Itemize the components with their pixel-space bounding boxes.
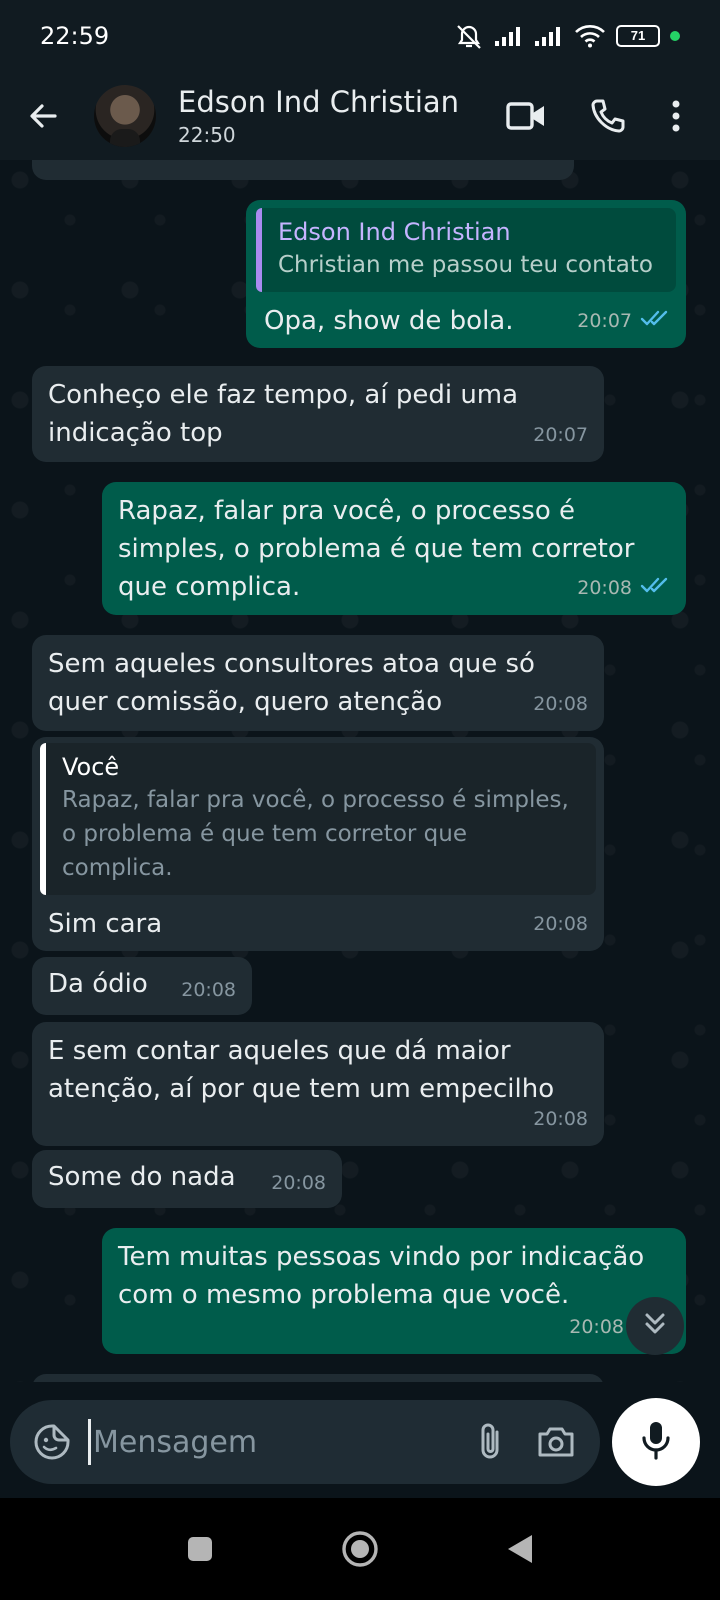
message-bubble-partial (32, 160, 574, 180)
message-time: 20:08 (533, 913, 588, 935)
message-meta: 20:08 (533, 905, 588, 943)
mic-icon (641, 1420, 671, 1464)
voice-record-button[interactable] (612, 1398, 700, 1486)
message-meta: 20:07 (533, 416, 588, 454)
quoted-message[interactable]: Você Rapaz, falar pra você, o processo é… (40, 743, 596, 895)
message-meta: 20:08 (533, 1100, 588, 1138)
composer-bar: Mensagem (0, 1382, 720, 1498)
message-time: 20:08 (533, 693, 588, 715)
status-bar: 22:59 71 (0, 0, 720, 72)
system-navigation-bar (0, 1498, 720, 1600)
message-meta: 20:08 (569, 1308, 624, 1346)
read-ticks-icon (640, 569, 670, 607)
message-text: Sim cara (48, 909, 163, 939)
message-bubble-outgoing[interactable]: Tem muitas pessoas vindo por indicação c… (102, 1228, 686, 1354)
message-text: Sem aqueles consultores atoa que só quer… (48, 649, 535, 717)
privacy-indicator-dot (670, 31, 680, 41)
mute-icon (454, 22, 484, 50)
contact-name: Edson Ind Christian (178, 85, 460, 119)
message-time: 20:07 (577, 310, 632, 332)
wifi-icon (574, 24, 606, 48)
read-ticks-icon (640, 302, 670, 340)
contact-info[interactable]: Edson Ind Christian 22:50 (178, 85, 468, 147)
message-list[interactable]: Edson Ind Christian Christian me passou … (0, 160, 720, 1382)
text-cursor (88, 1419, 91, 1465)
message-input[interactable]: Mensagem (93, 1425, 448, 1460)
quote-text: Rapaz, falar pra você, o processo é simp… (62, 787, 569, 881)
message-meta: 20:08 (577, 569, 670, 607)
sticker-icon[interactable] (30, 1420, 74, 1464)
back-button[interactable] (495, 1524, 545, 1574)
chat-header: Edson Ind Christian 22:50 (0, 72, 720, 160)
message-time: 20:08 (181, 979, 236, 1001)
message-bubble-incoming[interactable]: Da ódio 20:08 (32, 957, 252, 1015)
quote-author: Você (62, 753, 120, 781)
signal-icon (494, 25, 524, 47)
quote-text: Christian me passou teu contato (278, 252, 653, 278)
scroll-to-bottom-button[interactable] (626, 1297, 684, 1355)
message-time: 20:08 (271, 1172, 326, 1194)
message-meta: 20:08 (181, 971, 236, 1009)
status-time: 22:59 (40, 22, 110, 50)
message-bubble-outgoing[interactable]: Edson Ind Christian Christian me passou … (246, 200, 686, 348)
avatar[interactable] (94, 85, 156, 147)
message-meta: 20:08 (271, 1164, 326, 1202)
quote-author: Edson Ind Christian (278, 218, 511, 246)
message-meta: 20:08 (533, 685, 588, 723)
message-time: 20:08 (577, 577, 632, 599)
video-call-icon[interactable] (502, 92, 550, 140)
message-text: Conheço ele faz tempo, aí pedi uma indic… (48, 380, 519, 448)
camera-icon[interactable] (532, 1418, 580, 1466)
status-icons: 71 (454, 22, 680, 50)
message-bubble-partial (32, 1374, 604, 1382)
message-bubble-incoming[interactable]: Some do nada 20:08 (32, 1150, 342, 1208)
recents-button[interactable] (175, 1524, 225, 1574)
message-time: 20:08 (533, 1108, 588, 1130)
quoted-message[interactable]: Edson Ind Christian Christian me passou … (256, 208, 676, 292)
back-arrow-icon[interactable] (20, 93, 66, 139)
contact-status: 22:50 (178, 123, 236, 147)
message-time: 20:08 (569, 1316, 624, 1338)
message-input-container[interactable]: Mensagem (10, 1400, 600, 1484)
battery-icon: 71 (616, 25, 660, 47)
message-bubble-incoming[interactable]: Sem aqueles consultores atoa que só quer… (32, 635, 604, 731)
message-bubble-incoming[interactable]: Você Rapaz, falar pra você, o processo é… (32, 737, 604, 951)
message-bubble-outgoing[interactable]: Rapaz, falar pra você, o processo é simp… (102, 482, 686, 615)
double-chevron-down-icon (642, 1311, 668, 1341)
message-bubble-incoming[interactable]: E sem contar aqueles que dá maior atençã… (32, 1022, 604, 1146)
phone-icon[interactable] (584, 92, 632, 140)
more-options-icon[interactable] (652, 92, 700, 140)
attach-icon[interactable] (466, 1418, 514, 1466)
message-text: E sem contar aqueles que dá maior atençã… (48, 1036, 555, 1104)
home-button[interactable] (335, 1524, 385, 1574)
signal-icon (534, 25, 564, 47)
message-bubble-incoming[interactable]: Conheço ele faz tempo, aí pedi uma indic… (32, 366, 604, 462)
message-time: 20:07 (533, 424, 588, 446)
message-text: Tem muitas pessoas vindo por indicação c… (118, 1242, 645, 1310)
message-meta: 20:07 (577, 302, 670, 340)
